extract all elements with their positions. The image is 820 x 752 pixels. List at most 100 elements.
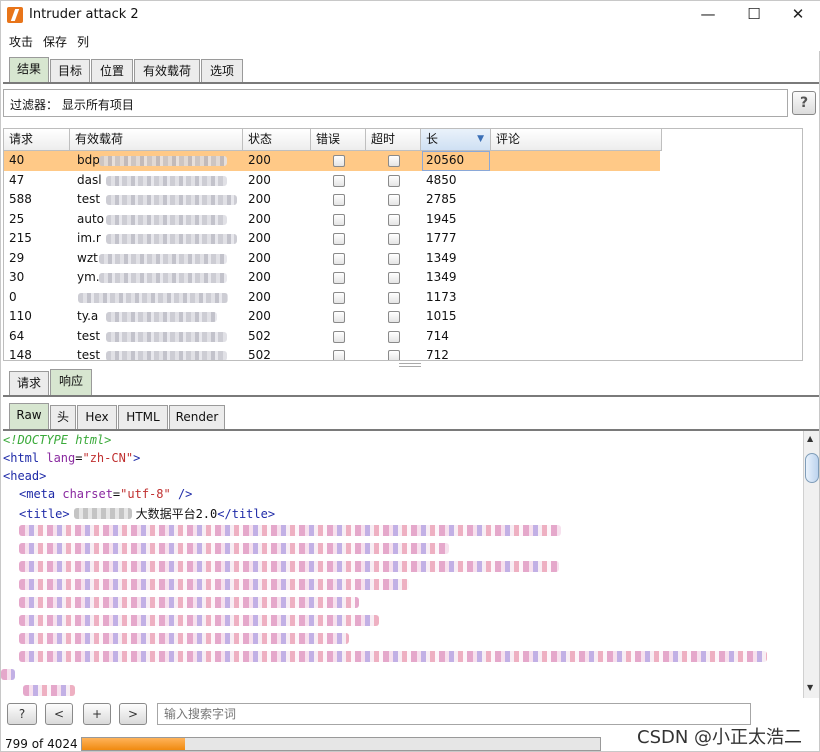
timeout-checkbox: [388, 233, 400, 245]
table-row[interactable]: 29 wzt 200 1349: [4, 249, 802, 269]
search-prev-button[interactable]: <: [45, 703, 73, 725]
meta-tag-close: />: [170, 487, 193, 501]
search-help-button[interactable]: ?: [7, 703, 37, 725]
maximize-button[interactable]: ☐: [731, 1, 777, 29]
menu-columns[interactable]: 列: [77, 33, 89, 50]
meta-tag: <meta: [19, 487, 56, 501]
close-button[interactable]: ✕: [775, 1, 820, 29]
filter-bar[interactable]: 过滤器： 显示所有项目: [3, 89, 788, 117]
cell-payload: dasl: [77, 172, 102, 187]
charset-value: "utf-8": [120, 487, 171, 501]
tab-headers[interactable]: 头: [50, 405, 76, 429]
cell-length: 2785: [426, 192, 457, 206]
table-row[interactable]: 30 ym. 200 1349: [4, 268, 802, 288]
search-add-button[interactable]: +: [83, 703, 111, 725]
error-checkbox: [333, 252, 345, 265]
table-row[interactable]: 0 200 1173: [4, 288, 802, 308]
code-scroll-down-icon[interactable]: ▼: [807, 683, 813, 692]
col-request[interactable]: 请求: [4, 129, 70, 151]
tab-results[interactable]: 结果: [9, 57, 49, 83]
window-title: Intruder attack 2: [29, 7, 139, 22]
timeout-checkbox: [388, 174, 400, 187]
redacted-payload: [105, 195, 237, 205]
col-error[interactable]: 错误: [311, 129, 366, 151]
menu-attack[interactable]: 攻击: [9, 33, 33, 50]
tab-target[interactable]: 目标: [50, 59, 90, 83]
col-length[interactable]: 长 ▼: [421, 129, 491, 151]
sort-desc-icon: ▼: [477, 134, 484, 144]
html-tag-close: >: [133, 451, 141, 465]
table-row[interactable]: 47 dasl 200 4850: [4, 171, 802, 191]
table-scrollbar[interactable]: ▲ ▼: [802, 151, 803, 361]
tab-options[interactable]: 选项: [201, 59, 243, 83]
tab-positions[interactable]: 位置: [91, 59, 133, 83]
redacted-payload: [98, 253, 227, 264]
burp-app-icon: [7, 7, 23, 23]
search-next-button[interactable]: >: [119, 703, 147, 725]
cell-length: 1945: [426, 211, 457, 226]
table-row[interactable]: 148 test 502 712: [4, 346, 802, 361]
code-scrollbar[interactable]: ▲ ▼: [803, 431, 819, 698]
tab-raw[interactable]: Raw: [9, 403, 49, 429]
code-scroll-up-icon[interactable]: ▲: [807, 434, 813, 443]
cell-length: 4850: [426, 172, 457, 187]
code-line-title: <title> 大数据平台2.0</title>: [19, 505, 275, 522]
cell-status: 200: [248, 289, 271, 304]
tab-response[interactable]: 响应: [50, 369, 92, 395]
menu-bar: 攻击 保存 列: [1, 29, 820, 51]
error-checkbox: [333, 174, 345, 187]
redacted-code-line: [19, 597, 359, 608]
timeout-checkbox: [388, 330, 400, 343]
tab-payloads[interactable]: 有效载荷: [134, 59, 200, 83]
cell-request: 215: [9, 231, 32, 245]
table-row[interactable]: 40 bdp 200 20560: [4, 151, 660, 171]
code-line-meta: <meta charset="utf-8" />: [19, 487, 193, 501]
redacted-payload: [105, 214, 227, 225]
doctype-text: <!DOCTYPE html>: [3, 433, 112, 447]
tab-render[interactable]: Render: [169, 405, 225, 429]
redacted-payload: [98, 156, 227, 166]
cell-length: 1349: [426, 270, 457, 284]
title-tag-close: </title>: [217, 507, 276, 521]
lang-value: "zh-CN": [82, 451, 134, 465]
cell-payload: ty.a: [77, 309, 99, 323]
cell-status: 502: [248, 348, 271, 361]
intruder-window: Intruder attack 2 — ☐ ✕ 攻击 保存 列 结果 目标 位置…: [0, 0, 820, 752]
cell-length: 714: [426, 328, 449, 343]
table-row[interactable]: 64 test 502 714: [4, 327, 802, 347]
timeout-checkbox: [388, 350, 400, 360]
minimize-button[interactable]: —: [685, 1, 731, 29]
error-checkbox: [333, 330, 345, 343]
pane-splitter-handle[interactable]: [399, 363, 421, 367]
cell-request: 47: [9, 172, 25, 187]
redacted-title-text: [73, 508, 132, 519]
tab-html[interactable]: HTML: [118, 405, 168, 429]
col-timeout[interactable]: 超时: [366, 129, 421, 151]
error-checkbox: [333, 194, 345, 206]
head-tag: <head>: [3, 469, 47, 483]
code-scroll-thumb[interactable]: [805, 453, 819, 483]
col-payload[interactable]: 有效载荷: [70, 129, 243, 151]
redacted-payload: [105, 312, 217, 322]
table-row[interactable]: 110 ty.a 200 1015: [4, 307, 802, 327]
table-row[interactable]: 25 auto 200 1945: [4, 210, 802, 230]
title-text: 大数据平台2.0: [135, 507, 218, 521]
redacted-code-line: [19, 561, 559, 572]
col-status[interactable]: 状态: [243, 129, 311, 151]
table-row[interactable]: 588 test 200 2785: [4, 190, 802, 210]
lang-attr: lang: [39, 451, 76, 465]
filter-help-button[interactable]: ?: [792, 91, 816, 115]
tab-hex[interactable]: Hex: [77, 405, 117, 429]
col-comment[interactable]: 评论: [491, 129, 662, 151]
title-bar: Intruder attack 2 — ☐ ✕: [1, 1, 820, 29]
search-input[interactable]: [157, 703, 751, 725]
redacted-code-line: [23, 685, 75, 696]
tab-request[interactable]: 请求: [9, 371, 49, 395]
cell-length: 712: [426, 348, 449, 361]
table-row[interactable]: 215 im.r 200 1777: [4, 229, 802, 249]
cell-status: 200: [248, 211, 271, 226]
redacted-code-line: [19, 633, 349, 644]
response-raw-editor[interactable]: <!DOCTYPE html> <html lang="zh-CN"> <hea…: [1, 431, 803, 698]
cell-request: 25: [9, 211, 25, 226]
menu-save[interactable]: 保存: [43, 33, 67, 50]
